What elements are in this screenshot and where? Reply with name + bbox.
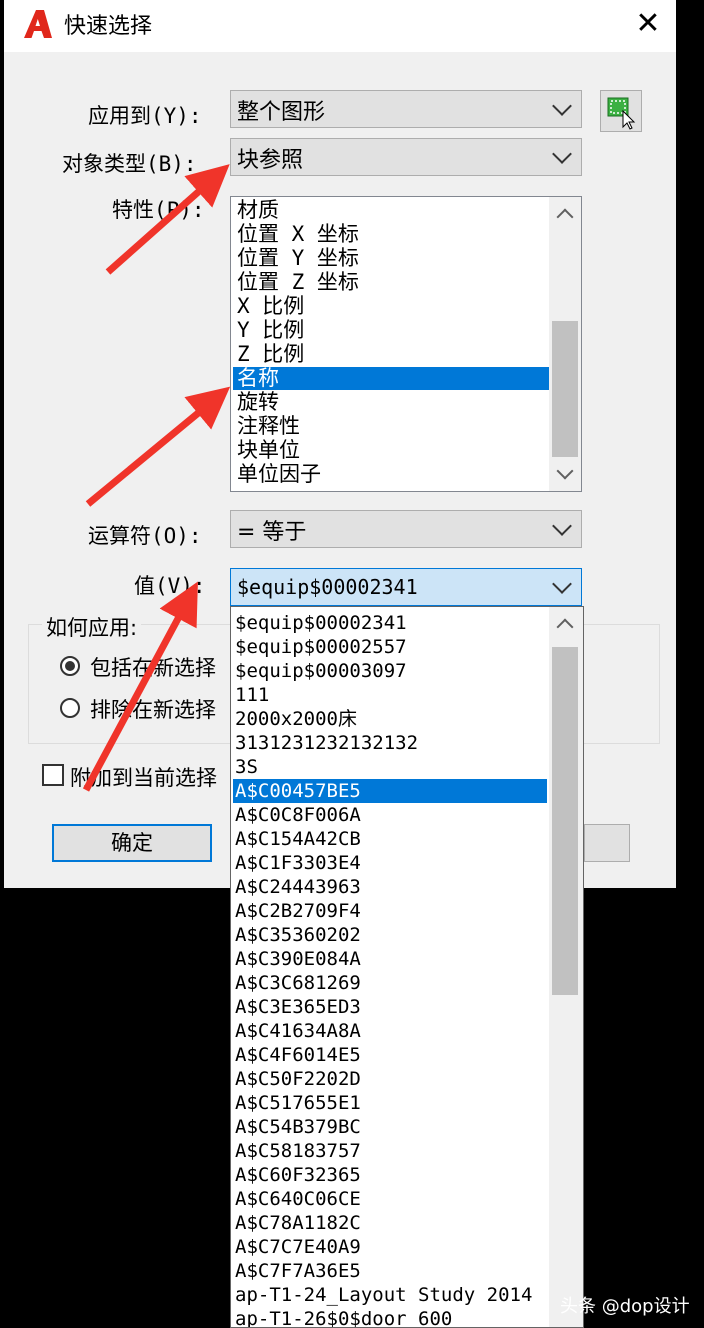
property-item[interactable]: 单位因子 (237, 463, 321, 486)
close-button[interactable]: ✕ (628, 4, 668, 44)
value-option[interactable]: $equip$00002341 (235, 611, 407, 635)
value-option[interactable]: A$C00457BE5 (233, 779, 547, 803)
property-item[interactable]: 旋转 (237, 391, 279, 414)
property-item[interactable]: 位置 Y 坐标 (237, 247, 359, 270)
value-option[interactable]: A$C50F2202D (235, 1067, 361, 1091)
value-option[interactable]: A$C35360202 (235, 923, 361, 947)
operator-label: 运算符(O): (88, 524, 202, 548)
value-option[interactable]: A$C4F6014E5 (235, 1043, 361, 1067)
value-option[interactable]: $equip$00003097 (235, 659, 407, 683)
value-option[interactable]: A$C24443963 (235, 875, 361, 899)
property-item[interactable]: Z 比例 (237, 343, 304, 366)
select-objects-icon (607, 97, 636, 130)
value-option[interactable]: A$C390E084A (235, 947, 361, 971)
value-option[interactable]: A$C0C8F006A (235, 803, 361, 827)
properties-listbox[interactable]: 材质 位置 X 坐标 位置 Y 坐标 位置 Z 坐标 X 比例 Y 比例 Z 比例 名称 旋转注… (230, 196, 582, 492)
value-current: $equip$00002341 (237, 575, 418, 599)
property-item[interactable]: 块单位 (237, 439, 300, 462)
value-option[interactable]: A$C54B379BC (235, 1115, 361, 1139)
value-option[interactable]: ap-T1-24_Layout Study 2014 (235, 1283, 532, 1307)
window-title: 快速选择 (64, 14, 153, 39)
apply-to-value: 整个图形 (237, 100, 326, 125)
value-dropdown-scrollbar[interactable] (549, 607, 583, 1327)
autocad-logo-icon (24, 10, 52, 38)
scroll-thumb[interactable] (552, 321, 578, 457)
watermark: 头条 @dop设计 (560, 1296, 690, 1317)
select-objects-button[interactable] (600, 90, 642, 132)
value-option[interactable]: A$C58183757 (235, 1139, 361, 1163)
property-item[interactable]: Y 比例 (237, 319, 304, 342)
value-option[interactable]: A$C3C681269 (235, 971, 361, 995)
value-option[interactable]: A$C154A42CB (235, 827, 361, 851)
apply-to-label: 应用到(Y): (88, 104, 202, 128)
value-option[interactable]: 3131231232132132 (235, 731, 418, 755)
scroll-down-icon[interactable] (556, 462, 574, 480)
scroll-thumb[interactable] (552, 647, 578, 995)
value-dropdown-list[interactable]: $equip$00002341 $equip$00002557 $equip$000… (230, 606, 584, 1328)
property-item[interactable]: 位置 X 坐标 (237, 223, 359, 246)
value-option[interactable]: A$C3E365ED3 (235, 995, 361, 1019)
property-item[interactable]: 名称 (233, 367, 549, 390)
value-option[interactable]: 2000x2000床 (235, 707, 357, 731)
value-option[interactable]: A$C78A1182C (235, 1211, 361, 1235)
append-checkbox[interactable] (42, 764, 64, 786)
value-option[interactable]: 111 (235, 683, 269, 707)
value-option[interactable]: ap-T1-26$0$door 600 (235, 1307, 452, 1327)
value-option[interactable]: A$C517655E1 (235, 1091, 361, 1115)
property-item[interactable]: 材质 (237, 199, 279, 222)
chevron-down-icon (552, 144, 572, 164)
operator-value: = 等于 (237, 520, 307, 545)
exclude-label: 排除在新选择 (90, 698, 216, 722)
properties-label: 特性(P): (112, 198, 205, 222)
chevron-down-icon (552, 516, 572, 536)
value-option[interactable]: A$C7F7A36E5 (235, 1259, 361, 1283)
value-option[interactable]: A$C2B2709F4 (235, 899, 361, 923)
chevron-down-icon (552, 96, 572, 116)
property-item[interactable]: 注释性 (237, 415, 300, 438)
title-bar: 快速选择 ✕ (4, 0, 676, 52)
operator-select[interactable]: = 等于 (230, 510, 582, 548)
object-type-select[interactable]: 块参照 (230, 138, 582, 176)
ok-button[interactable]: 确定 (52, 824, 212, 862)
property-item[interactable]: 位置 Z 坐标 (237, 271, 359, 294)
value-option[interactable]: A$C640C06CE (235, 1187, 361, 1211)
property-item[interactable]: X 比例 (237, 295, 304, 318)
exclude-radio[interactable] (60, 698, 80, 718)
value-option[interactable]: $equip$00002557 (235, 635, 407, 659)
value-label: 值(V): (134, 574, 206, 598)
include-radio[interactable] (60, 656, 80, 676)
scroll-up-icon[interactable] (556, 208, 574, 226)
properties-scrollbar[interactable] (549, 197, 581, 491)
how-to-apply-label: 如何应用: (42, 612, 142, 642)
apply-to-select[interactable]: 整个图形 (230, 90, 582, 128)
value-option[interactable]: A$C41634A8A (235, 1019, 361, 1043)
include-label: 包括在新选择 (90, 656, 216, 680)
object-type-label: 对象类型(B): (62, 152, 197, 176)
value-option[interactable]: A$C60F32365 (235, 1163, 361, 1187)
value-option[interactable]: 3S (235, 755, 258, 779)
value-option[interactable]: A$C7C7E40A9 (235, 1235, 361, 1259)
append-label: 附加到当前选择 (70, 766, 217, 790)
chevron-down-icon (552, 574, 572, 594)
value-select[interactable]: $equip$00002341 (230, 568, 582, 606)
secondary-button[interactable] (584, 824, 630, 862)
object-type-value: 块参照 (237, 148, 304, 173)
scroll-up-icon[interactable] (556, 618, 574, 636)
value-option[interactable]: A$C1F3303E4 (235, 851, 361, 875)
